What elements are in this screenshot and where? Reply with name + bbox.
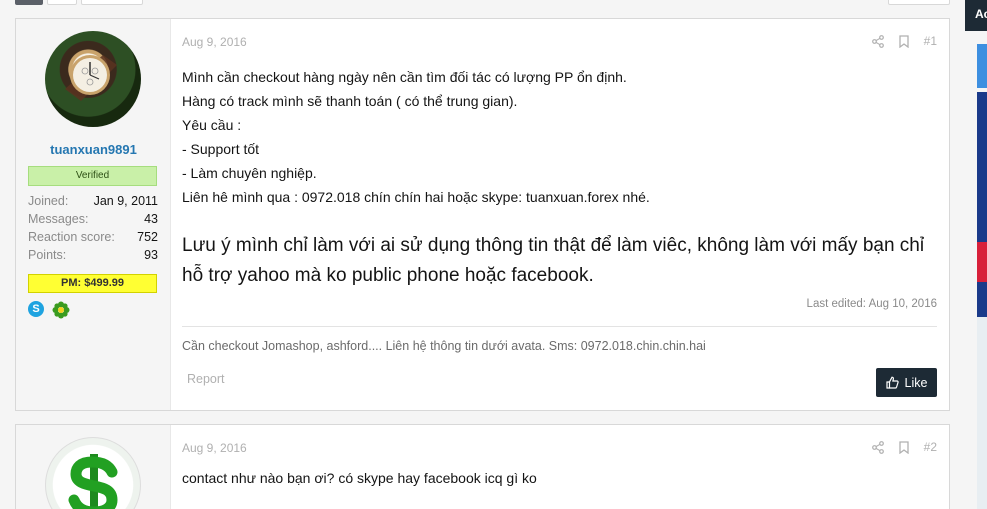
post-number[interactable]: #1 (924, 34, 937, 48)
sidebar-ad-block[interactable] (977, 92, 987, 242)
stat-value: 43 (144, 212, 158, 226)
pm-price-badge: PM: $499.99 (28, 274, 157, 293)
post-line: - Support tốt (182, 141, 260, 157)
page-button[interactable] (81, 0, 143, 5)
pagination-remnant (0, 0, 960, 6)
stat-reaction-score: Reaction score: 752 (28, 228, 158, 246)
skype-icon[interactable]: S (28, 301, 44, 317)
page-button-current[interactable] (15, 0, 43, 5)
sidebar-ad-block[interactable] (977, 282, 987, 317)
sidebar-ad-block[interactable] (977, 44, 987, 88)
post-actions: #2 (871, 440, 937, 454)
sidebar-header: Ac (965, 0, 987, 31)
avatar[interactable] (45, 437, 141, 509)
sidebar-ad-block[interactable] (977, 317, 987, 509)
username-link[interactable]: tuanxuan9891 (16, 142, 171, 157)
user-info-panel (16, 425, 171, 509)
stat-joined: Joined: Jan 9, 2011 (28, 192, 158, 210)
post-2: Aug 9, 2016 #2 contact như nào bạn ơi? c… (15, 424, 950, 509)
page-button[interactable] (47, 0, 77, 5)
like-label: Like (904, 375, 928, 390)
post-line: Liên hê mình qua : 0972.018 chín chín ha… (182, 189, 650, 205)
post-body: Mình cần checkout hàng ngày nên cần tìm … (182, 65, 650, 209)
stat-messages: Messages: 43 (28, 210, 158, 228)
post-number[interactable]: #2 (924, 440, 937, 454)
stat-label: Joined: (28, 194, 69, 208)
post-date[interactable]: Aug 9, 2016 (182, 441, 247, 455)
post-actions: #1 (871, 34, 937, 48)
report-link[interactable]: Report (187, 372, 225, 386)
post-content: Aug 9, 2016 #2 contact như nào bạn ơi? c… (182, 425, 937, 509)
post-content: Aug 9, 2016 #1 Mình cần checkout hàng ng… (182, 19, 937, 410)
stat-value: 752 (137, 230, 158, 244)
post-1: tuanxuan9891 Verified Joined: Jan 9, 201… (15, 18, 950, 411)
share-icon[interactable] (871, 34, 884, 48)
post-line: Mình cần checkout hàng ngày nên cần tìm … (182, 69, 627, 85)
avatar[interactable] (45, 31, 141, 127)
stat-label: Points: (28, 248, 67, 262)
stat-label: Reaction score: (28, 230, 115, 244)
last-edited[interactable]: Last edited: Aug 10, 2016 (807, 298, 937, 310)
stat-points: Points: 93 (28, 246, 158, 264)
user-info-panel: tuanxuan9891 Verified Joined: Jan 9, 201… (16, 19, 171, 410)
verified-badge: Verified (28, 166, 157, 186)
post-line: - Làm chuyên nghiệp. (182, 165, 317, 181)
post-line: Hàng có track mình sẽ thanh toán ( có th… (182, 93, 518, 109)
stat-value: Jan 9, 2011 (93, 194, 158, 208)
user-signature: Cần checkout Jomashop, ashford.... Liên … (182, 339, 706, 353)
sidebar-ad-block[interactable] (977, 242, 987, 282)
page-button-next[interactable] (888, 0, 950, 5)
share-icon[interactable] (871, 440, 884, 454)
bookmark-icon[interactable] (898, 34, 910, 48)
post-body: contact như nào bạn ơi? có skype hay fac… (182, 470, 537, 486)
post-line: Yêu cầu : (182, 117, 242, 133)
signature-divider (182, 326, 937, 327)
post-date[interactable]: Aug 9, 2016 (182, 35, 247, 49)
post-note-large: Lưu ý mình chỉ làm với ai sử dụng thông … (182, 235, 925, 286)
dollar-sign-icon (68, 454, 118, 509)
contact-icons: S (28, 301, 70, 319)
user-stats: Joined: Jan 9, 2011 Messages: 43 Reactio… (28, 192, 158, 264)
thumbs-up-icon (885, 376, 899, 389)
sidebar-remnant: Ac (965, 0, 987, 509)
bookmark-icon[interactable] (898, 440, 910, 454)
icq-icon[interactable] (52, 301, 70, 319)
stat-value: 93 (144, 248, 158, 262)
like-button[interactable]: Like (876, 368, 937, 397)
watch-icon (65, 55, 117, 101)
stat-label: Messages: (28, 212, 89, 226)
